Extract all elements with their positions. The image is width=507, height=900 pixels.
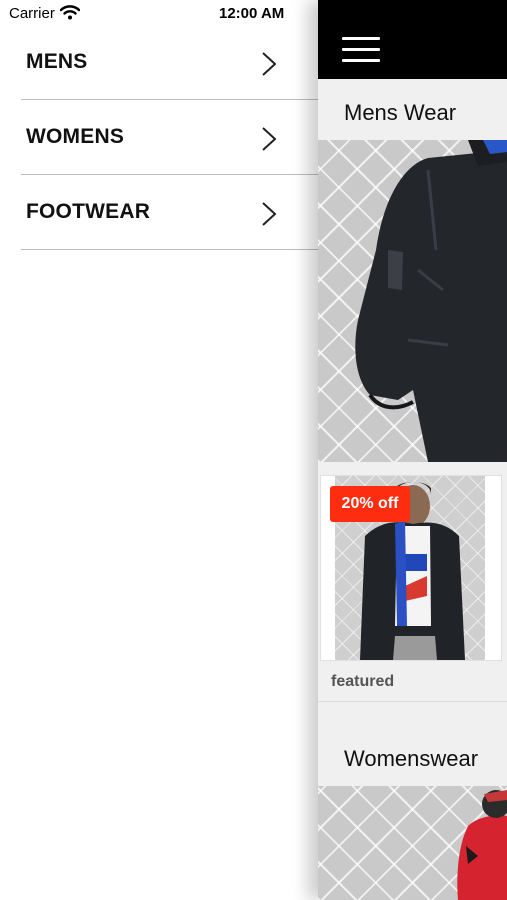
carrier-label: Carrier xyxy=(9,5,55,22)
discount-badge: 20% off xyxy=(330,486,410,522)
menu-item-label: WOMENS xyxy=(26,125,125,148)
mens-banner-image[interactable] xyxy=(318,140,507,462)
divider xyxy=(318,701,507,702)
clock: 12:00 AM xyxy=(219,5,285,22)
section-title-womenswear: Womenswear xyxy=(344,746,479,771)
womenswear-illustration xyxy=(457,790,507,900)
menu-item-footwear[interactable]: FOOTWEAR xyxy=(21,175,318,250)
product-card[interactable]: 20% off xyxy=(320,475,502,661)
wifi-icon xyxy=(60,5,80,20)
menu-item-womens[interactable]: WOMENS xyxy=(21,100,318,175)
content-panel[interactable]: Mens Wear 20% off featured Womenswear xyxy=(318,0,507,900)
jacket-illustration xyxy=(355,140,507,462)
section-title-mens-wear: Mens Wear xyxy=(344,100,457,125)
side-menu: MENS WOMENS FOOTWEAR xyxy=(0,25,318,250)
menu-item-label: MENS xyxy=(26,50,88,73)
menu-item-label: FOOTWEAR xyxy=(26,200,151,223)
menu-item-mens[interactable]: MENS xyxy=(21,25,318,100)
hamburger-menu-icon[interactable] xyxy=(342,37,380,65)
chevron-right-icon xyxy=(262,52,277,76)
status-bar: Carrier 12:00 AM xyxy=(0,0,507,28)
featured-label: featured xyxy=(331,673,395,690)
chevron-right-icon xyxy=(262,202,277,226)
womenswear-banner-image[interactable] xyxy=(318,786,507,900)
chevron-right-icon xyxy=(262,127,277,151)
